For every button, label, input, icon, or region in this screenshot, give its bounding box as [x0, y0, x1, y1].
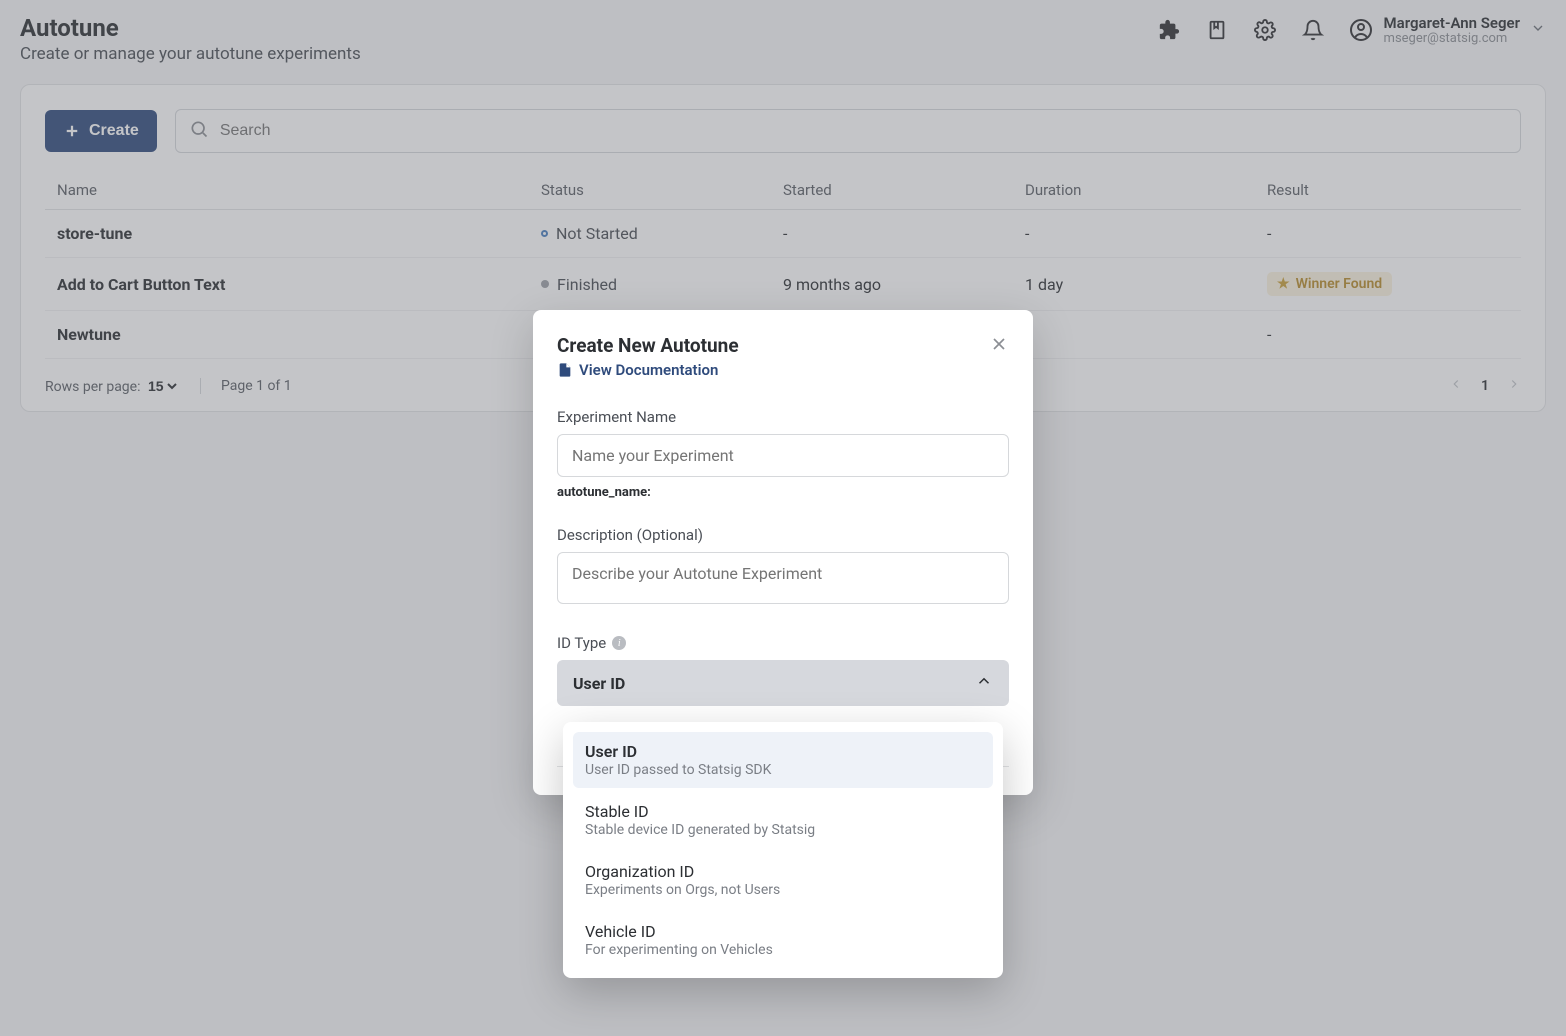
view-documentation-link[interactable]: View Documentation	[557, 361, 718, 379]
dropdown-item-title: Stable ID	[585, 802, 981, 821]
description-label: Description (Optional)	[557, 526, 1009, 544]
id-type-select[interactable]: User ID	[557, 660, 1009, 706]
info-icon[interactable]: i	[612, 636, 626, 650]
dropdown-item-title: Vehicle ID	[585, 922, 981, 941]
dropdown-item-title: Organization ID	[585, 862, 981, 881]
dropdown-item-title: User ID	[585, 742, 981, 761]
view-documentation-label: View Documentation	[579, 361, 718, 379]
dropdown-item-desc: For experimenting on Vehicles	[585, 942, 981, 958]
dropdown-item[interactable]: User IDUser ID passed to Statsig SDK	[573, 732, 993, 788]
dropdown-item[interactable]: Stable IDStable device ID generated by S…	[573, 792, 993, 848]
id-type-selected-value: User ID	[573, 674, 625, 693]
chevron-up-icon	[975, 672, 993, 694]
id-type-label: ID Type i	[557, 634, 1009, 652]
experiment-name-label: Experiment Name	[557, 408, 1009, 426]
description-input[interactable]	[557, 552, 1009, 604]
autotune-slug-label: autotune_name:	[557, 485, 1009, 500]
close-modal-button[interactable]	[989, 334, 1009, 358]
experiment-name-input[interactable]	[557, 434, 1009, 477]
dropdown-item[interactable]: Organization IDExperiments on Orgs, not …	[573, 852, 993, 908]
dropdown-item[interactable]: Vehicle IDFor experimenting on Vehicles	[573, 912, 993, 968]
dropdown-item-desc: Experiments on Orgs, not Users	[585, 882, 981, 898]
dropdown-item-desc: User ID passed to Statsig SDK	[585, 762, 981, 778]
dropdown-item-desc: Stable device ID generated by Statsig	[585, 822, 981, 838]
id-type-dropdown: User IDUser ID passed to Statsig SDKStab…	[563, 722, 1003, 978]
modal-title: Create New Autotune	[557, 334, 739, 357]
